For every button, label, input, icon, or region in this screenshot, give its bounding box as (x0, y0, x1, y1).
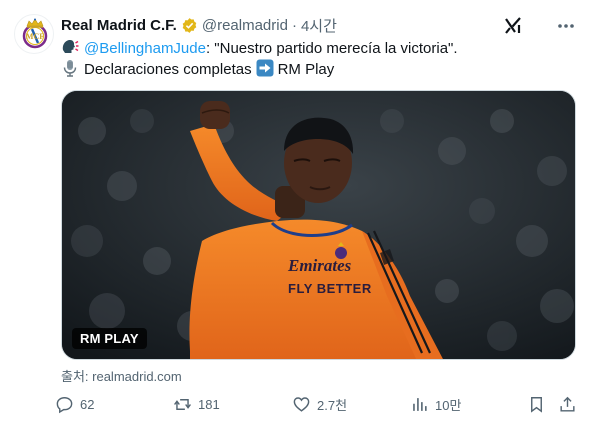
rm-play-label: RM PLAY (72, 328, 147, 349)
repost-count: 181 (198, 396, 220, 412)
reply-icon (56, 396, 73, 413)
separator-dot: · (291, 16, 297, 34)
like-count: 2.7천 (317, 397, 348, 413)
grok-icon[interactable] (503, 16, 523, 36)
svg-text:MCF: MCF (26, 32, 44, 41)
source-attribution[interactable]: 출처: realmadrid.com (61, 366, 182, 385)
heart-icon (293, 396, 310, 412)
views-button[interactable]: 10만 (410, 392, 461, 416)
tweet-header: Real Madrid C.F. @realmadrid · 4시간 (61, 15, 337, 35)
tweet-text-line-2: Declaraciones completas RM Play (61, 59, 334, 80)
quote-text: : "Nuestro partido merecía la victoria". (205, 40, 458, 57)
author-name[interactable]: Real Madrid C.F. (61, 17, 177, 34)
rm-play-link-text: RM Play (277, 61, 335, 78)
more-options-icon[interactable] (556, 16, 576, 36)
microphone-icon (63, 60, 77, 77)
right-arrow-icon (256, 59, 274, 77)
share-icon (560, 396, 575, 412)
tweet-card[interactable]: MCF Real Madrid C.F. @realmadrid · 4시간 @… (0, 0, 592, 428)
real-madrid-crest-avatar[interactable]: MCF (14, 14, 54, 54)
crest-logo: MCF (22, 18, 48, 49)
mention-link[interactable]: @BellinghamJude (84, 40, 206, 57)
tweet-actions-bar: 62 181 2.7천 10만 (55, 392, 585, 416)
share-button[interactable] (558, 392, 583, 416)
tweet-text-line-1: @BellinghamJude: "Nuestro partido merecí… (61, 38, 458, 59)
author-handle[interactable]: @realmadrid (202, 17, 288, 34)
repost-icon (174, 398, 191, 410)
tweet-timestamp[interactable]: 4시간 (301, 15, 337, 36)
declaraciones-text: Declaraciones completas (84, 61, 252, 78)
views-count: 10만 (435, 397, 462, 413)
reply-count: 62 (80, 396, 95, 412)
speaking-head-icon (62, 40, 79, 53)
bookmark-button[interactable] (527, 392, 552, 416)
bookmark-icon (531, 396, 542, 413)
views-chart-icon (413, 397, 427, 411)
repost-button[interactable]: 181 (173, 392, 220, 416)
svg-text:FLY BETTER: FLY BETTER (288, 281, 372, 296)
tweet-photo[interactable]: Emirates FLY BETTER RM PLAY (61, 90, 576, 360)
like-button[interactable]: 2.7천 (292, 392, 347, 416)
reply-button[interactable]: 62 (55, 392, 94, 416)
player-photo-illustration: Emirates FLY BETTER (62, 91, 575, 359)
verified-badge-icon[interactable] (181, 17, 198, 34)
